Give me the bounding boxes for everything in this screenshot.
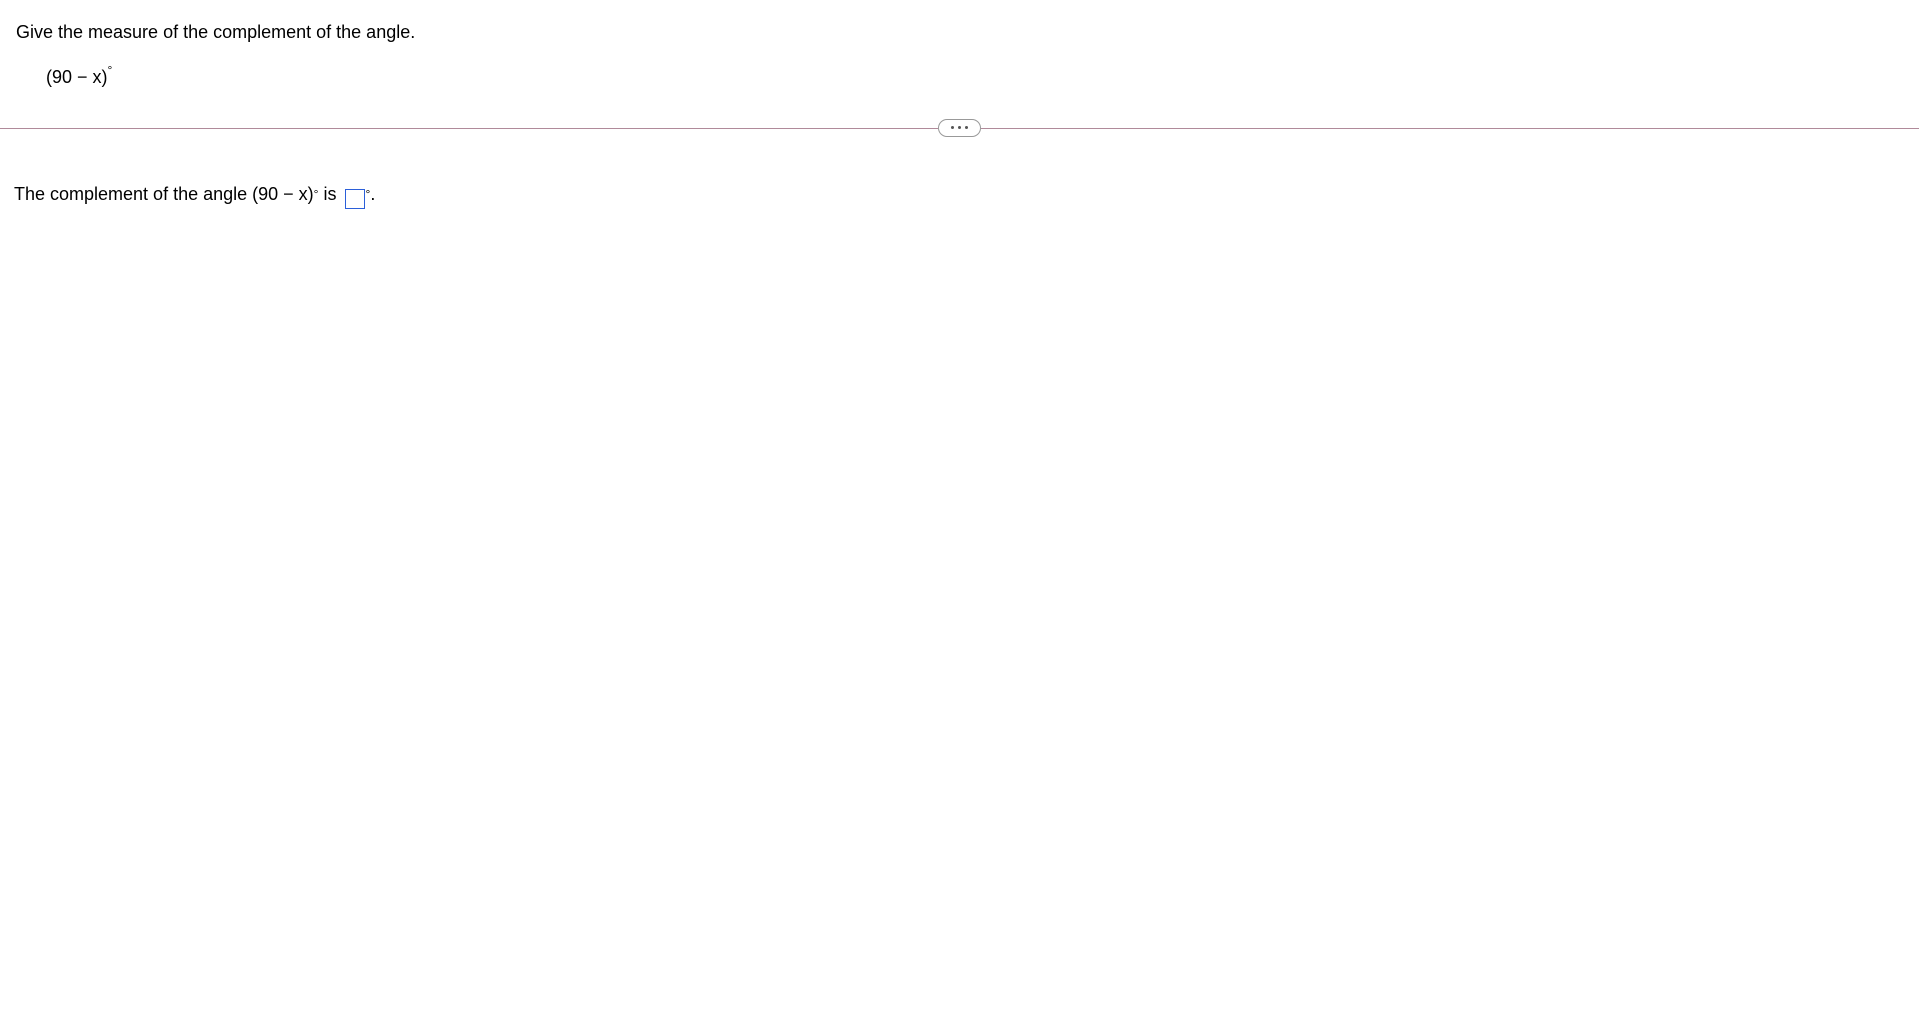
answer-minus: − <box>283 184 294 205</box>
given-angle: (90 − x)° <box>46 65 1903 88</box>
angle-close: x) <box>88 67 108 87</box>
degree-symbol: ° <box>108 63 113 77</box>
answer-input[interactable] <box>345 189 365 209</box>
ellipsis-icon <box>951 126 968 129</box>
answer-period: . <box>370 184 375 205</box>
answer-mid: x) <box>294 184 314 205</box>
angle-minus: − <box>77 67 88 87</box>
answer-area: The complement of the angle (90 − x)° is… <box>0 138 1919 226</box>
answer-prefix: The complement of the angle (90 <box>14 184 283 205</box>
answer-degree-2: ° <box>366 187 371 201</box>
answer-degree-1: ° <box>314 187 319 201</box>
angle-open: (90 <box>46 67 77 87</box>
divider-line-left <box>0 128 938 129</box>
expand-button[interactable] <box>938 119 981 137</box>
question-area: Give the measure of the complement of th… <box>0 0 1919 118</box>
question-prompt: Give the measure of the complement of th… <box>16 20 1903 45</box>
section-divider <box>0 118 1919 138</box>
answer-is: is <box>318 184 341 205</box>
answer-sentence: The complement of the angle (90 − x)° is… <box>14 184 1903 206</box>
divider-line-right <box>981 128 1919 129</box>
